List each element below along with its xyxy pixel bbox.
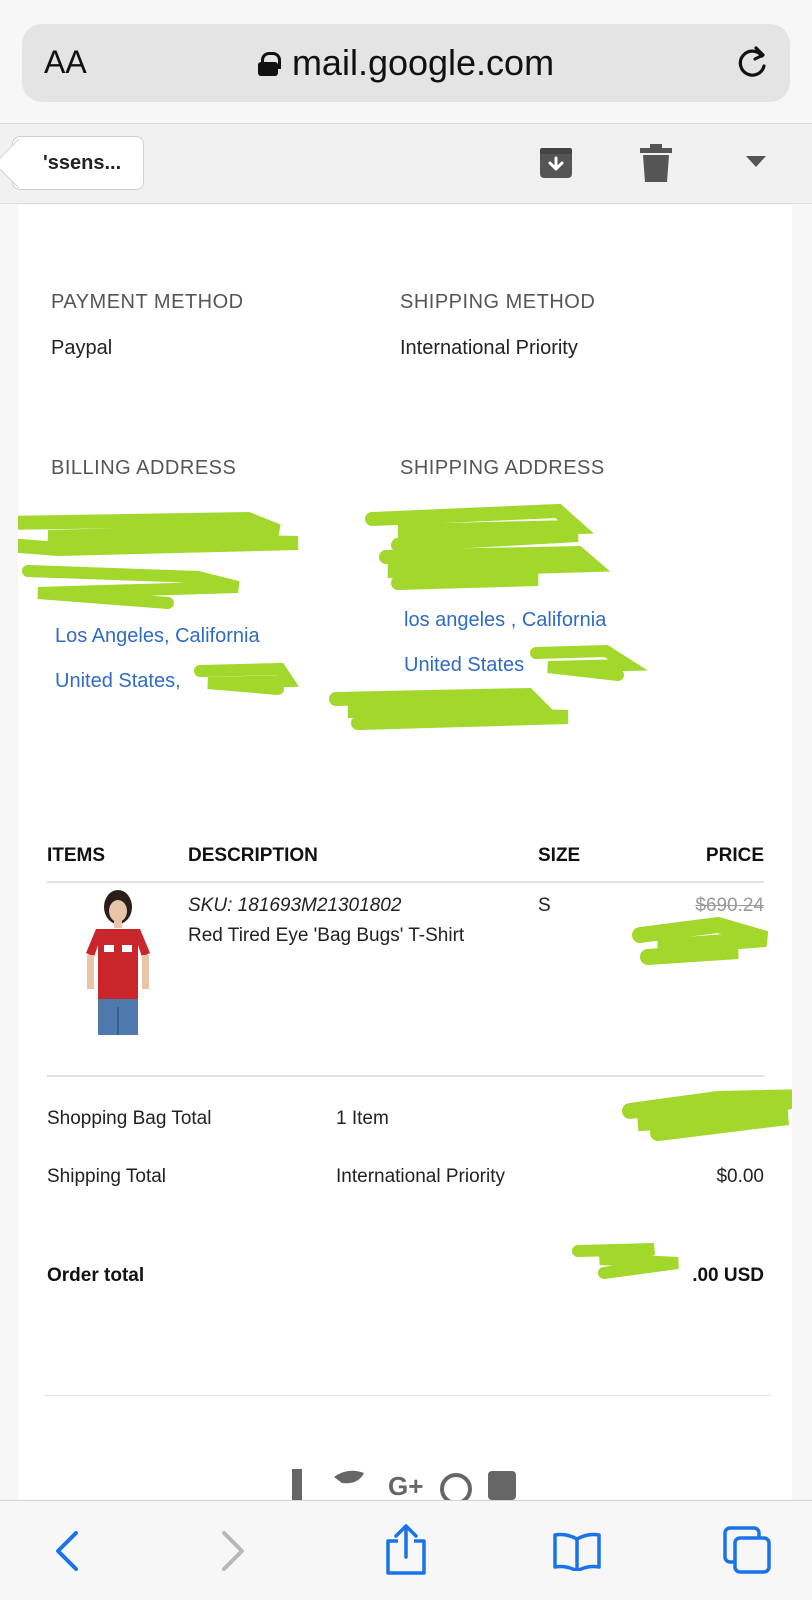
order-total-value: .00 USD: [692, 1265, 764, 1286]
price-column-header: PRICE: [705, 845, 764, 866]
reload-icon[interactable]: [732, 42, 772, 82]
social-icons: G+: [292, 1469, 516, 1500]
tabs-icon[interactable]: [722, 1525, 772, 1575]
payment-method-label: PAYMENT METHOD: [51, 291, 244, 313]
billing-address-label: BILLING ADDRESS: [51, 457, 237, 479]
shipping-method-value: International Priority: [400, 337, 578, 359]
payment-method-value: Paypal: [51, 337, 113, 359]
product-sku: SKU: 181693M21301802: [188, 895, 402, 916]
size-column-header: SIZE: [538, 845, 581, 866]
shipping-total-value: $0.00: [716, 1166, 764, 1187]
browser-address-area: AA mail.google.com: [0, 0, 812, 124]
forward-arrow-icon[interactable]: [220, 1529, 248, 1573]
items-divider: [47, 1075, 764, 1077]
address-bar[interactable]: AA mail.google.com: [22, 24, 790, 102]
back-to-inbox-button[interactable]: 'ssens...: [12, 136, 145, 190]
table-header-divider: [47, 881, 764, 883]
back-arrow-icon[interactable]: [52, 1529, 80, 1573]
shipping-city-link[interactable]: los angeles , California: [404, 609, 606, 632]
shopping-bag-total-label: Shopping Bag Total: [47, 1108, 212, 1129]
browser-bottom-toolbar: [0, 1500, 812, 1600]
description-column-header: DESCRIPTION: [188, 845, 318, 866]
url-text: mail.google.com: [291, 42, 555, 83]
shipping-address-label: SHIPPING ADDRESS: [400, 457, 605, 479]
gmail-toolbar: 'ssens...: [0, 124, 812, 204]
shipping-method-label: SHIPPING METHOD: [400, 291, 596, 313]
svg-text:G+: G+: [388, 1471, 423, 1500]
footer-divider: [44, 1395, 770, 1396]
shipping-total-method: International Priority: [336, 1166, 505, 1187]
billing-city-link[interactable]: Los Angeles, California: [55, 625, 260, 648]
url-display[interactable]: mail.google.com: [22, 42, 790, 84]
order-total-label: Order total: [47, 1265, 145, 1286]
product-original-price: $690.24: [695, 895, 764, 916]
billing-country-link[interactable]: United States,: [55, 670, 181, 693]
shopping-bag-item-count: 1 Item: [336, 1108, 389, 1129]
product-image[interactable]: [78, 887, 158, 1047]
shipping-total-label: Shipping Total: [47, 1166, 167, 1187]
share-icon[interactable]: [384, 1523, 428, 1575]
archive-icon[interactable]: [538, 144, 574, 180]
product-size: S: [538, 895, 551, 916]
shipping-country-link[interactable]: United States: [404, 654, 524, 677]
lock-icon: [257, 52, 281, 76]
email-content: PAYMENT METHOD Paypal SHIPPING METHOD In…: [18, 205, 792, 1500]
more-dropdown-icon[interactable]: [746, 156, 766, 168]
product-name[interactable]: Red Tired Eye 'Bag Bugs' T-Shirt: [188, 925, 464, 947]
trash-icon[interactable]: [640, 144, 672, 182]
items-column-header: ITEMS: [47, 845, 106, 866]
bookmarks-icon[interactable]: [552, 1531, 602, 1571]
redaction-scribbles: [18, 503, 792, 1279]
back-button-label: 'ssens...: [43, 152, 122, 174]
